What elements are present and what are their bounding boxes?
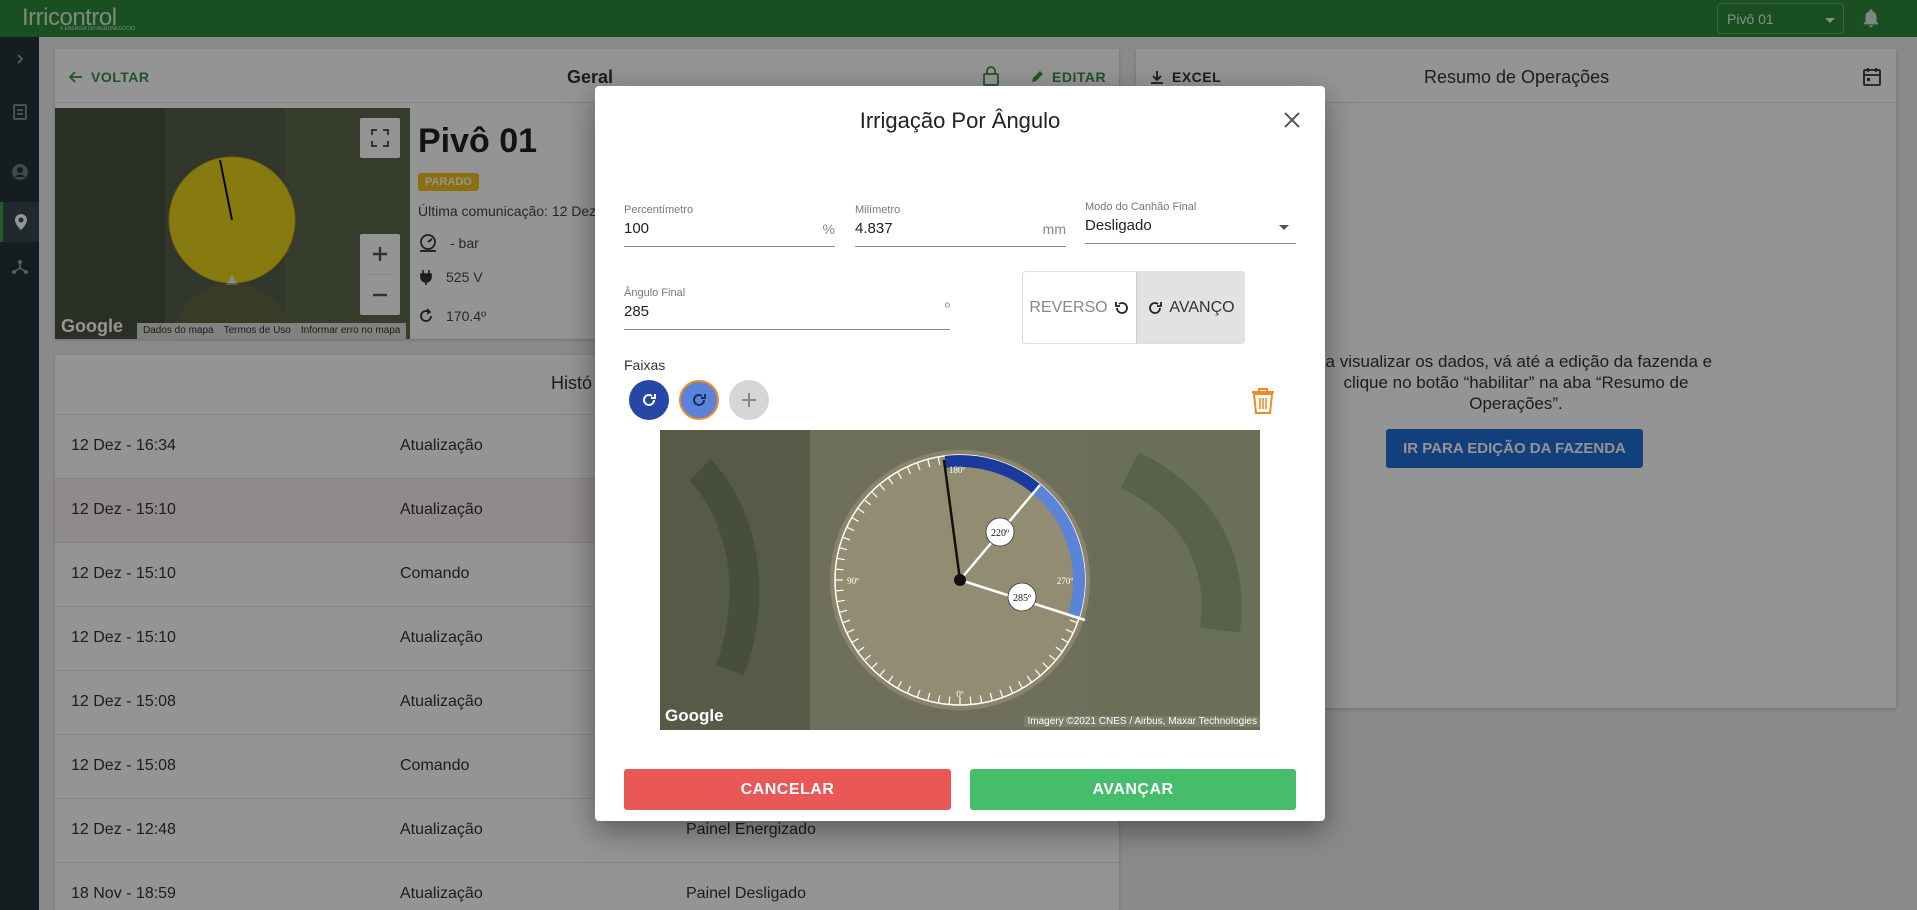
rotate-cw-icon xyxy=(643,394,656,406)
angle-dial[interactable]: 220º 285º 180º 90º 270º 0º xyxy=(660,430,1260,730)
imagery-credit: Imagery ©2021 CNES / Airbus, Maxar Techn… xyxy=(1024,716,1260,727)
end-gun-mode-select[interactable]: Modo do Canhão Final Desligado xyxy=(1085,201,1296,244)
millimeter-underline xyxy=(855,246,1066,247)
direction-toggle: REVERSO AVANÇO xyxy=(1022,271,1245,344)
dial-label-left: 90º xyxy=(847,576,859,586)
dial-label-right: 270º xyxy=(1057,576,1074,586)
dial-tick xyxy=(948,696,951,705)
dial-tick xyxy=(969,696,972,705)
angle-irrigation-modal: Irrigação Por Ângulo Percentímetro 100 %… xyxy=(595,86,1325,821)
dial-tick xyxy=(835,568,844,571)
reverse-button[interactable]: REVERSO xyxy=(1023,272,1136,343)
percent-label: Percentímetro xyxy=(624,204,694,216)
google-logo: Google xyxy=(665,706,724,725)
band-1-button[interactable] xyxy=(629,380,669,420)
final-angle-value: 285 xyxy=(624,303,650,320)
forward-button[interactable]: AVANÇO xyxy=(1136,272,1245,343)
end-gun-underline xyxy=(1085,243,1296,244)
rotate-ccw-icon xyxy=(1114,301,1128,314)
delete-icon[interactable] xyxy=(1250,387,1276,415)
close-icon[interactable] xyxy=(1280,108,1304,132)
final-angle-label: Ângulo Final xyxy=(624,287,686,299)
final-angle-unit: º xyxy=(944,299,950,315)
dial-label-bottom: 0º xyxy=(956,689,964,699)
modal-title: Irrigação Por Ângulo xyxy=(859,108,1061,133)
chevron-down-icon xyxy=(1279,225,1289,230)
percent-unit: % xyxy=(822,221,835,237)
band-2-button[interactable] xyxy=(679,380,719,420)
cancel-button[interactable]: CANCELAR xyxy=(624,769,951,810)
millimeter-field[interactable]: Milímetro 4.837 mm xyxy=(855,204,1066,247)
pivot-center xyxy=(954,574,966,586)
dial-label-top: 180º xyxy=(949,465,966,475)
plus-icon xyxy=(742,393,756,407)
final-angle-underline xyxy=(624,329,950,330)
add-band-button[interactable] xyxy=(729,380,769,420)
percent-value: 100 xyxy=(624,220,650,237)
next-button[interactable]: AVANÇAR xyxy=(970,769,1296,810)
marker-220-label: 220º xyxy=(991,528,1009,539)
rotate-cw-icon xyxy=(1149,301,1163,314)
end-gun-label: Modo do Canhão Final xyxy=(1085,201,1197,213)
final-angle-field[interactable]: Ângulo Final 285 º xyxy=(624,287,950,330)
percent-field[interactable]: Percentímetro 100 % xyxy=(624,204,835,247)
dial-tick xyxy=(835,589,844,592)
reverse-label: REVERSO xyxy=(1029,298,1108,316)
millimeter-value: 4.837 xyxy=(855,220,893,237)
marker-285-label: 285º xyxy=(1013,593,1031,604)
percent-underline xyxy=(624,246,835,247)
end-gun-value: Desligado xyxy=(1085,217,1152,234)
millimeter-unit: mm xyxy=(1042,221,1066,237)
forward-label: AVANÇO xyxy=(1169,298,1235,316)
angle-map[interactable]: 220º 285º 180º 90º 270º 0º Google Imager… xyxy=(660,430,1260,730)
millimeter-label: Milímetro xyxy=(855,204,901,216)
bands-label: Faixas xyxy=(624,357,666,373)
rotate-cw-icon xyxy=(693,394,706,406)
